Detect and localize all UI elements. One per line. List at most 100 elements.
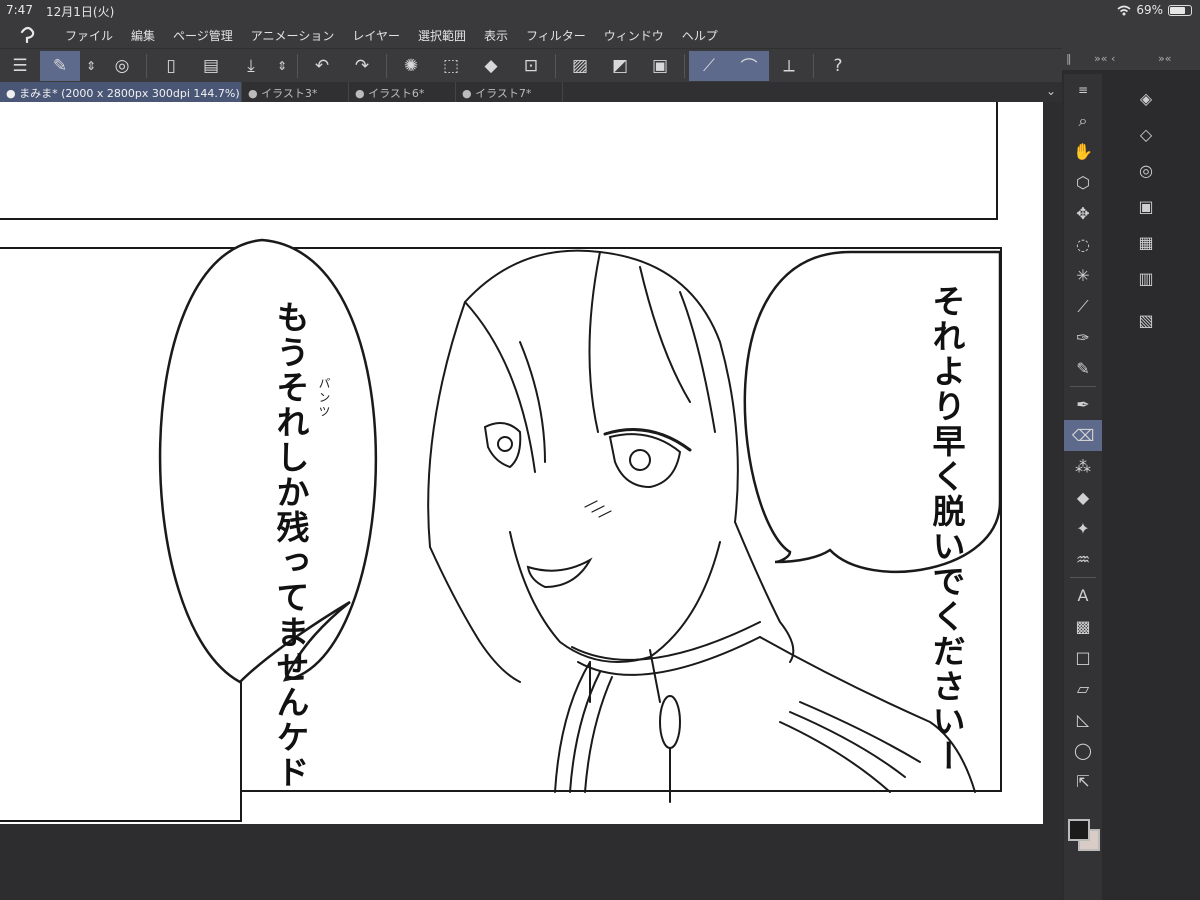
palette-menu-icon[interactable]: ≡ [1064, 74, 1102, 105]
status-time: 7:47 [6, 3, 33, 17]
wifi-icon [1117, 5, 1131, 15]
bubble-right-text: それより早く脱いでくださいー [818, 284, 968, 774]
balloon-icon[interactable]: ◯ [1064, 735, 1102, 766]
hamburger-menu-icon[interactable]: ☰ [0, 51, 40, 81]
sub-tool-palette: ◈ ◇ ◎ ▣ ▦ ▥ ▧ [1108, 74, 1200, 900]
frame-border-icon[interactable]: ▱ [1064, 673, 1102, 704]
menu-filter[interactable]: フィルター [517, 27, 595, 44]
correct-line-icon[interactable]: ⇱ [1064, 766, 1102, 797]
menu-window[interactable]: ウィンドウ [595, 27, 673, 44]
command-bar: ☰ ✎ ⇕ ◎ ▯ ▤ ⤓ ⇕ ↶ ↷ ✺ ⬚ ◆ ⊡ ▨ ◩ ▣ ⟋ ⌒ ⟂ … [0, 48, 1062, 82]
help-icon[interactable]: ? [818, 51, 858, 81]
bubble-right-line3: くださいー [927, 599, 966, 774]
eraser-icon[interactable]: ⌫ [1064, 420, 1102, 451]
chevron-down-icon[interactable]: ⌄ [1046, 84, 1056, 98]
edit-mode-icon[interactable]: ✎ [40, 50, 80, 81]
tool-divider [1070, 386, 1096, 387]
toolbar-divider [146, 53, 147, 78]
new-file-icon[interactable]: ▯ [151, 51, 191, 81]
save-options-chevron-icon[interactable]: ⇕ [271, 51, 293, 81]
bubble-left-line1: もうそれしか [271, 300, 310, 510]
furigana-text: パンツ [317, 377, 331, 419]
invert-selection-icon[interactable]: ◩ [600, 51, 640, 81]
status-bar: 7:47 12月1日(火) 69% [0, 0, 1200, 22]
deselect-icon[interactable]: ⬚ [431, 51, 471, 81]
toolbar-divider [386, 53, 387, 78]
document-tabs: ● まみま* (2000 x 2800px 300dpi 144.7%) ● イ… [0, 82, 1062, 102]
vector-eraser-icon[interactable]: ◇ [1108, 116, 1184, 152]
color-swatches[interactable] [1064, 815, 1102, 865]
erase-lines-icon[interactable]: ◎ [1108, 152, 1184, 188]
bubble-left-line2: 残ってませんケド [271, 510, 310, 790]
fill-bucket-icon[interactable]: ◆ [1064, 482, 1102, 513]
gradient-icon[interactable]: ▩ [1064, 611, 1102, 642]
status-right: 69% [1117, 3, 1192, 17]
canvas-area[interactable]: もうそれしか残ってませんケド パンツ それより早く脱いでくださいー [0, 102, 1062, 900]
magic-wand-icon[interactable]: ✳ [1064, 260, 1102, 291]
toolbar-divider [297, 53, 298, 78]
menu-help[interactable]: ヘルプ [673, 27, 727, 44]
airbrush-icon[interactable]: ⁂ [1064, 451, 1102, 482]
menu-selection[interactable]: 選択範囲 [409, 27, 475, 44]
menu-edit[interactable]: 編集 [122, 27, 164, 44]
redo-icon[interactable]: ↷ [342, 51, 382, 81]
tool-divider [1070, 577, 1096, 578]
eyedropper-icon[interactable]: ⟋ [1064, 291, 1102, 322]
tab-illust3[interactable]: ● イラスト3* [242, 82, 349, 102]
bubble-left-text: もうそれしか残ってませんケド [212, 300, 312, 790]
special-ruler-snap-icon[interactable]: ⌒ [729, 50, 769, 81]
status-date: 12月1日(火) [46, 5, 115, 19]
companion-icon[interactable]: ◎ [102, 51, 142, 81]
ruler-icon[interactable]: ◺ [1064, 704, 1102, 735]
app-logo-icon[interactable] [0, 26, 56, 44]
move-layer-icon[interactable]: ✥ [1064, 198, 1102, 229]
collapse-left-icon[interactable]: »« ‹ [1094, 52, 1115, 65]
fill-icon[interactable]: ◆ [471, 51, 511, 81]
tool-palette: ≡ ⌕ ✋ ⬡ ✥ ◌ ✳ ⟋ ✑ ✎ ✒ ⌫ ⁂ ◆ ✦ ♒ A ▩ □ ▱ … [1064, 74, 1102, 900]
tab-mamima[interactable]: ● まみま* (2000 x 2800px 300dpi 144.7%) [0, 82, 242, 102]
menu-animation[interactable]: アニメーション [242, 27, 344, 44]
zoom-icon[interactable]: ⌕ [1064, 105, 1102, 136]
bubble-right-line1: それより [927, 284, 966, 424]
menu-file[interactable]: ファイル [56, 27, 122, 44]
text-icon[interactable]: A [1064, 580, 1102, 611]
main-color-swatch[interactable] [1068, 819, 1090, 841]
undo-icon[interactable]: ↶ [302, 51, 342, 81]
layer-grid-icon[interactable]: ▦ [1108, 224, 1184, 260]
collapse-right-icon[interactable]: »« [1158, 52, 1171, 65]
up-down-chevron-icon[interactable]: ⇕ [80, 51, 102, 81]
ruler-snap-icon[interactable]: ⟋ [689, 50, 729, 81]
transform-icon[interactable]: ⊡ [511, 51, 551, 81]
selection-border-icon[interactable]: ▣ [640, 51, 680, 81]
animation-cels-icon[interactable]: ▥ [1108, 260, 1184, 296]
loading-icon[interactable]: ✺ [391, 51, 431, 81]
brush-icon[interactable]: ✒ [1064, 389, 1102, 420]
transparent-layer-icon[interactable]: ▧ [1108, 302, 1184, 338]
decoration-icon[interactable]: ✦ [1064, 513, 1102, 544]
layer-mask-icon[interactable]: ▣ [1108, 188, 1184, 224]
hand-icon[interactable]: ✋ [1064, 136, 1102, 167]
battery-percent: 69% [1136, 3, 1163, 17]
lasso-icon[interactable]: ◌ [1064, 229, 1102, 260]
operation-icon[interactable]: ⬡ [1064, 167, 1102, 198]
toolbar-divider [555, 53, 556, 78]
menu-layer[interactable]: レイヤー [343, 27, 409, 44]
clear-selection-icon[interactable]: ▨ [560, 51, 600, 81]
save-icon[interactable]: ⤓ [231, 51, 271, 81]
grid-snap-icon[interactable]: ⟂ [769, 51, 809, 81]
soft-eraser-icon[interactable]: ◈ [1108, 80, 1184, 116]
tab-illust6[interactable]: ● イラスト6* [349, 82, 456, 102]
pen-icon[interactable]: ✑ [1064, 322, 1102, 353]
menu-page[interactable]: ページ管理 [164, 27, 242, 44]
manga-page[interactable]: もうそれしか残ってませんケド パンツ それより早く脱いでくださいー [0, 102, 1043, 824]
blend-icon[interactable]: ♒ [1064, 544, 1102, 575]
figure-icon[interactable]: □ [1064, 642, 1102, 673]
menu-view[interactable]: 表示 [475, 27, 517, 44]
menu-bar: ファイル 編集 ページ管理 アニメーション レイヤー 選択範囲 表示 フィルター… [0, 22, 1200, 48]
right-panel-header: ‖ »« ‹ »« [1062, 48, 1200, 70]
pencil-icon[interactable]: ✎ [1064, 353, 1102, 384]
panel-grip-icon[interactable]: ‖ [1066, 52, 1072, 65]
toolbar-divider [813, 53, 814, 78]
tab-illust7[interactable]: ● イラスト7* [456, 82, 563, 102]
open-folder-icon[interactable]: ▤ [191, 51, 231, 81]
